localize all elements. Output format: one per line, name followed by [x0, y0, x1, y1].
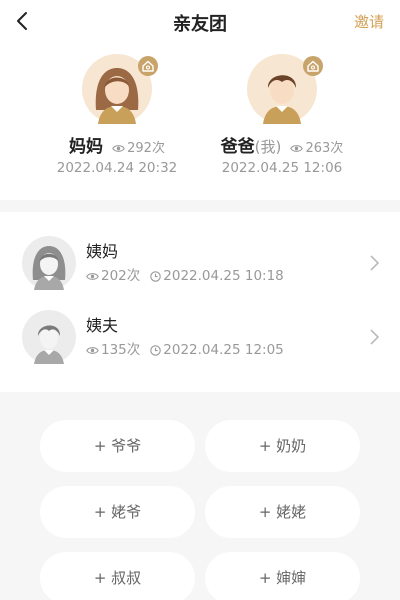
add-maternal-grandpa-button[interactable]: + 姥爷 — [40, 486, 195, 538]
view-count: 202次 — [101, 268, 141, 284]
relative-name: 姨夫 — [86, 316, 119, 335]
view-count: 135次 — [101, 342, 141, 358]
member-mom[interactable]: 妈妈 292次 2022.04.24 20:32 — [27, 54, 207, 194]
avatar — [22, 236, 76, 290]
page-title: 亲友团 — [173, 14, 227, 35]
add-uncle-button[interactable]: + 叔叔 — [40, 552, 195, 600]
eye-icon — [290, 145, 304, 152]
primary-members-card: 妈妈 292次 2022.04.24 20:32 爸爸(我) 263次 2022… — [0, 42, 400, 200]
member-name: 妈妈 — [69, 137, 104, 157]
nav-bar: 亲友团 邀请 — [0, 0, 400, 42]
last-visit-time: 2022.04.25 10:18 — [163, 268, 284, 284]
avatar — [22, 310, 76, 364]
add-grandpa-button[interactable]: + 爷爷 — [40, 420, 195, 472]
relatives-list: 姨妈 202次 2022.04.25 10:18 姨夫 135次 2022.04.2… — [0, 212, 400, 392]
me-tag: (我) — [254, 138, 282, 156]
member-name: 爸爸 — [220, 137, 255, 157]
home-badge-icon — [303, 56, 323, 76]
clock-icon — [150, 270, 162, 282]
invite-button[interactable]: 邀请 — [354, 11, 384, 32]
home-badge-icon — [138, 56, 158, 76]
avatar-mom — [82, 54, 158, 124]
eye-icon — [112, 145, 125, 152]
last-visit-time: 2022.04.25 12:06 — [221, 160, 343, 176]
eye-icon — [86, 346, 99, 354]
last-visit-time: 2022.04.24 20:32 — [56, 160, 178, 176]
female-avatar-icon — [22, 236, 76, 290]
add-maternal-grandma-button[interactable]: + 姥姥 — [205, 486, 360, 538]
male-avatar-icon — [22, 310, 76, 364]
clock-icon — [150, 344, 162, 356]
avatar-dad — [247, 54, 323, 124]
view-count: 263次 — [305, 141, 344, 156]
chevron-right-icon — [370, 255, 380, 271]
chevron-right-icon — [370, 329, 380, 345]
last-visit-time: 2022.04.25 12:05 — [163, 342, 284, 358]
add-grandma-button[interactable]: + 奶奶 — [205, 420, 360, 472]
list-item[interactable]: 姨夫 135次 2022.04.25 12:05 — [0, 304, 400, 374]
member-dad[interactable]: 爸爸(我) 263次 2022.04.25 12:06 — [192, 54, 372, 194]
view-count: 292次 — [127, 141, 165, 156]
relative-name: 姨妈 — [86, 242, 119, 261]
eye-icon — [86, 272, 99, 280]
add-aunt-button[interactable]: + 婶婶 — [205, 552, 360, 600]
list-item[interactable]: 姨妈 202次 2022.04.25 10:18 — [0, 230, 400, 300]
